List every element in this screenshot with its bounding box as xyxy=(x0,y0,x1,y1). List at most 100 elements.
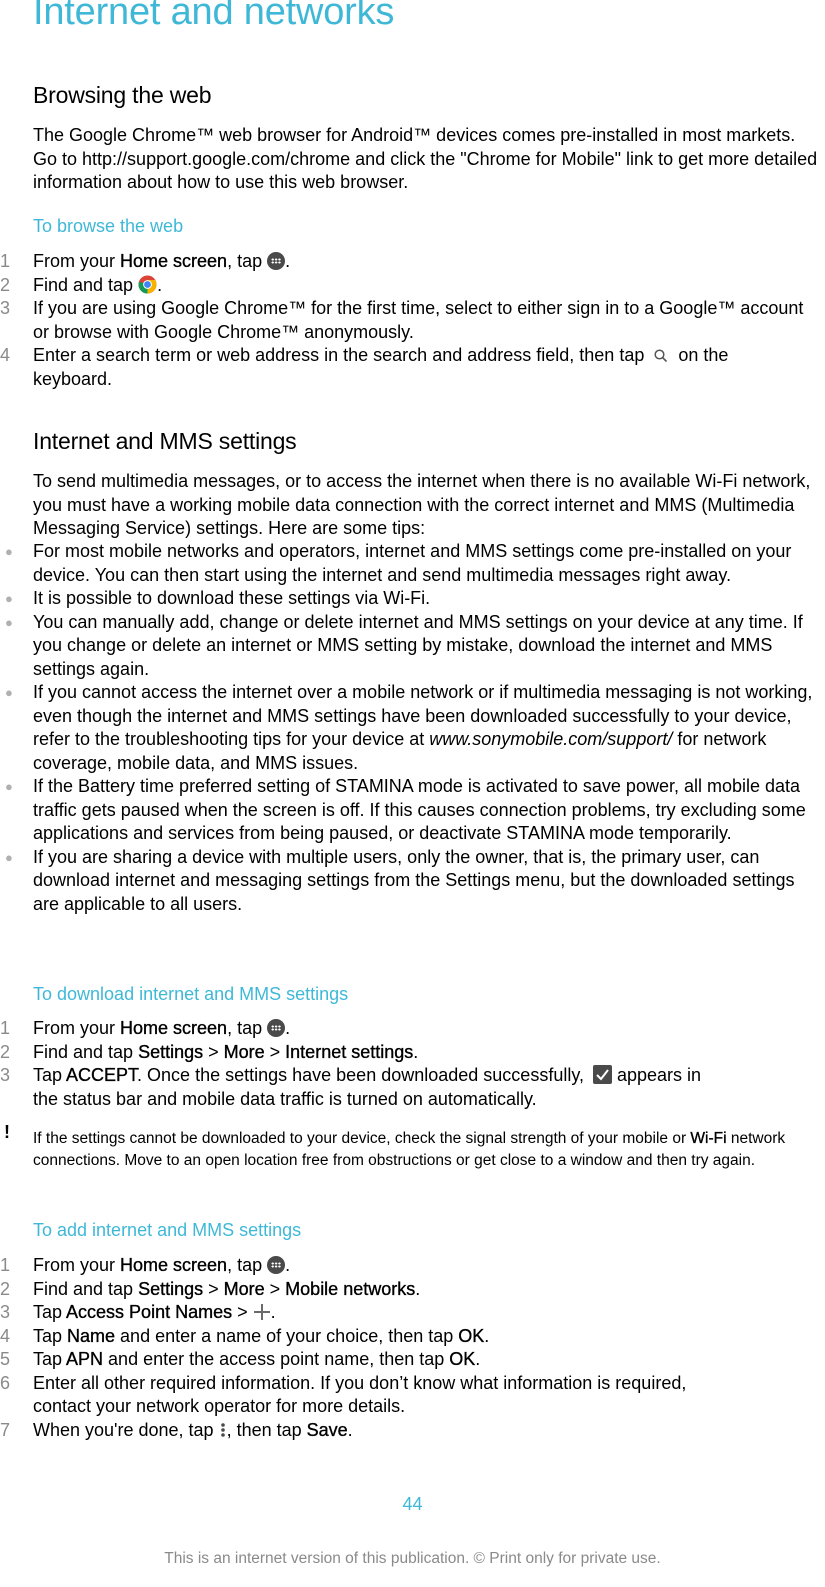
step-item: 1 From your Home screen, tap . xyxy=(0,250,825,274)
step-text: , then tap xyxy=(226,1419,307,1440)
ui-label-ok: OK xyxy=(458,1325,485,1346)
ui-label-save: Save xyxy=(306,1419,348,1440)
step-text: Find and tap xyxy=(33,274,139,295)
step-number: 4 xyxy=(0,345,11,365)
ui-label-wifi: Wi-Fi xyxy=(690,1130,727,1147)
tip-text: For most mobile networks and operators, … xyxy=(33,541,792,585)
ui-label-accept: ACCEPT xyxy=(66,1065,138,1085)
bullet-icon: ● xyxy=(5,591,13,606)
step-text: , tap xyxy=(227,1018,268,1038)
tip-item: ● It is possible to download these settin… xyxy=(0,587,825,611)
ui-label-home-screen: Home screen xyxy=(120,251,228,271)
tip-item: ● If you are sharing a device with multip… xyxy=(0,846,825,917)
step-number: 2 xyxy=(0,1278,11,1299)
task-title-add: To add internet and MMS settings xyxy=(33,1220,302,1240)
step-item: 3 Tap ACCEPT. Once the settings have bee… xyxy=(0,1064,825,1111)
step-text: . xyxy=(475,1349,481,1369)
warning-icon: ! xyxy=(4,1122,10,1142)
browsing-intro: The Google Chrome™ web browser for Andro… xyxy=(33,125,818,192)
chrome-icon xyxy=(138,274,157,294)
step-text: If you are using Google Chrome™ for the … xyxy=(33,298,804,342)
step-text: . xyxy=(413,1041,419,1062)
step-number: 5 xyxy=(0,1349,11,1369)
section-heading-browsing: Browsing the web xyxy=(33,82,212,108)
step-item: 1 From your Home screen, tap . xyxy=(0,1254,825,1278)
bullet-icon: ● xyxy=(5,685,13,700)
tip-text: It is possible to download these setting… xyxy=(33,588,431,608)
browse-steps: 1 From your Home screen, tap . 2 Find an… xyxy=(0,250,825,391)
step-item: 4 Tap Name and enter a name of your choi… xyxy=(0,1325,825,1349)
tip-text: If you are sharing a device with multipl… xyxy=(33,846,795,914)
step-number: 3 xyxy=(0,298,11,318)
step-item: 2 Find and tap Settings > More > Mobile … xyxy=(0,1278,825,1302)
apps-icon xyxy=(267,252,286,270)
step-number: 3 xyxy=(0,1302,11,1322)
step-text: . xyxy=(415,1278,421,1299)
bullet-icon: ● xyxy=(5,779,13,794)
plus-icon xyxy=(253,1304,270,1320)
step-item: 2 Find and tap . xyxy=(0,274,825,298)
step-number: 3 xyxy=(0,1065,11,1085)
tip-text: You can manually add, change or delete i… xyxy=(33,611,803,679)
search-icon xyxy=(654,349,668,363)
tip-item: ● For most mobile networks and operators,… xyxy=(0,540,825,587)
support-link[interactable]: www.sonymobile.com/support/ xyxy=(429,729,672,749)
step-text: , tap xyxy=(227,251,268,271)
ui-label-internet-settings: Internet settings xyxy=(285,1041,414,1062)
step-text: Tap xyxy=(33,1349,67,1369)
ui-label-name: Name xyxy=(67,1325,116,1346)
step-number: 6 xyxy=(0,1372,11,1393)
mms-intro: To send multimedia messages, or to acces… xyxy=(33,471,811,538)
tip-text: If the Battery time preferred setting of… xyxy=(33,776,806,843)
step-item: 4 Enter a search term or web address in … xyxy=(0,344,825,391)
step-text: . xyxy=(484,1325,490,1346)
note-text: If the settings cannot be downloaded to … xyxy=(33,1130,691,1147)
apps-icon xyxy=(267,1019,286,1037)
step-text: . xyxy=(285,251,291,271)
step-number: 1 xyxy=(0,1018,11,1038)
step-text: . xyxy=(285,1018,291,1038)
download-note: If the settings cannot be downloaded to … xyxy=(33,1128,821,1171)
ui-label-ok: OK xyxy=(449,1349,476,1369)
task-title-download: To download internet and MMS settings xyxy=(33,984,349,1004)
ui-label-home-screen: Home screen xyxy=(120,1255,228,1275)
step-number: 2 xyxy=(0,1041,11,1062)
step-text: . xyxy=(285,1255,291,1275)
step-text: Find and tap xyxy=(33,1041,139,1062)
step-text: . xyxy=(157,274,163,295)
footer-note: This is an internet version of this publ… xyxy=(164,1550,661,1567)
step-text: Find and tap xyxy=(33,1278,139,1299)
page-title: Internet and networks xyxy=(33,0,395,33)
step-item: 2 Find and tap Settings > More > Interne… xyxy=(0,1041,825,1065)
step-text: From your xyxy=(33,1255,121,1275)
bullet-icon: ● xyxy=(5,544,13,559)
ui-label-apn: APN xyxy=(66,1349,104,1369)
step-text: Tap xyxy=(33,1302,67,1322)
step-number: 1 xyxy=(0,251,11,271)
step-text: From your xyxy=(33,251,121,271)
ui-label-settings: Settings xyxy=(138,1278,204,1299)
step-text: Enter a search term or web address in th… xyxy=(33,345,650,365)
step-text: . xyxy=(270,1302,276,1322)
bullet-icon: ● xyxy=(5,614,13,630)
step-text: Enter all other required information. If… xyxy=(33,1372,687,1417)
step-text: From your xyxy=(33,1018,121,1038)
more-vert-icon xyxy=(220,1422,225,1437)
step-number: 2 xyxy=(0,274,11,295)
step-number: 4 xyxy=(0,1325,11,1346)
tip-item: ● If you cannot access the internet over … xyxy=(0,681,825,775)
step-number: 1 xyxy=(0,1255,11,1275)
ui-label-access-point-names: Access Point Names xyxy=(66,1302,233,1322)
step-item: 5 Tap APN and enter the access point nam… xyxy=(0,1348,825,1372)
step-number: 7 xyxy=(0,1419,11,1440)
step-item: 3 Tap Access Point Names > . xyxy=(0,1301,825,1325)
mms-tips: ● For most mobile networks and operators,… xyxy=(0,540,825,916)
apps-icon xyxy=(267,1256,286,1274)
ui-label-settings: Settings xyxy=(138,1041,204,1062)
add-steps: 1 From your Home screen, tap . 2 Find an… xyxy=(0,1254,825,1442)
ui-label-more: More xyxy=(223,1278,265,1299)
step-text: , tap xyxy=(227,1255,268,1275)
step-text: Tap xyxy=(33,1065,67,1085)
step-text: and enter the access point name, then ta… xyxy=(103,1349,450,1369)
step-text: . xyxy=(347,1419,353,1440)
